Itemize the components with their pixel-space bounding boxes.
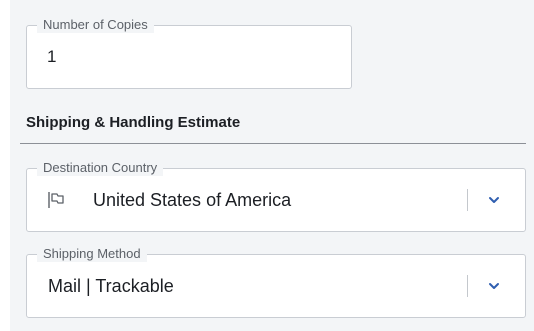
- number-of-copies-field[interactable]: Number of Copies 1: [26, 17, 352, 89]
- shipping-method-label: Shipping Method: [37, 246, 147, 262]
- chevron-down-icon[interactable]: [486, 192, 502, 208]
- shipping-method-select[interactable]: Shipping Method Mail | Trackable: [26, 246, 526, 318]
- chevron-down-icon[interactable]: [486, 278, 502, 294]
- destination-country-label: Destination Country: [37, 160, 164, 176]
- flag-icon: [48, 192, 64, 208]
- number-of-copies-label: Number of Copies: [37, 17, 154, 33]
- section-divider: [20, 143, 526, 144]
- shipping-method-value: Mail | Trackable: [48, 276, 174, 296]
- number-of-copies-value[interactable]: 1: [47, 46, 56, 68]
- shipping-section-title: Shipping & Handling Estimate: [26, 114, 241, 131]
- select-divider: [467, 275, 468, 297]
- page-left-edge: [0, 0, 10, 331]
- destination-country-value: United States of America: [93, 190, 292, 210]
- select-divider: [467, 189, 468, 211]
- destination-country-select[interactable]: Destination Country United States of Ame…: [26, 160, 526, 232]
